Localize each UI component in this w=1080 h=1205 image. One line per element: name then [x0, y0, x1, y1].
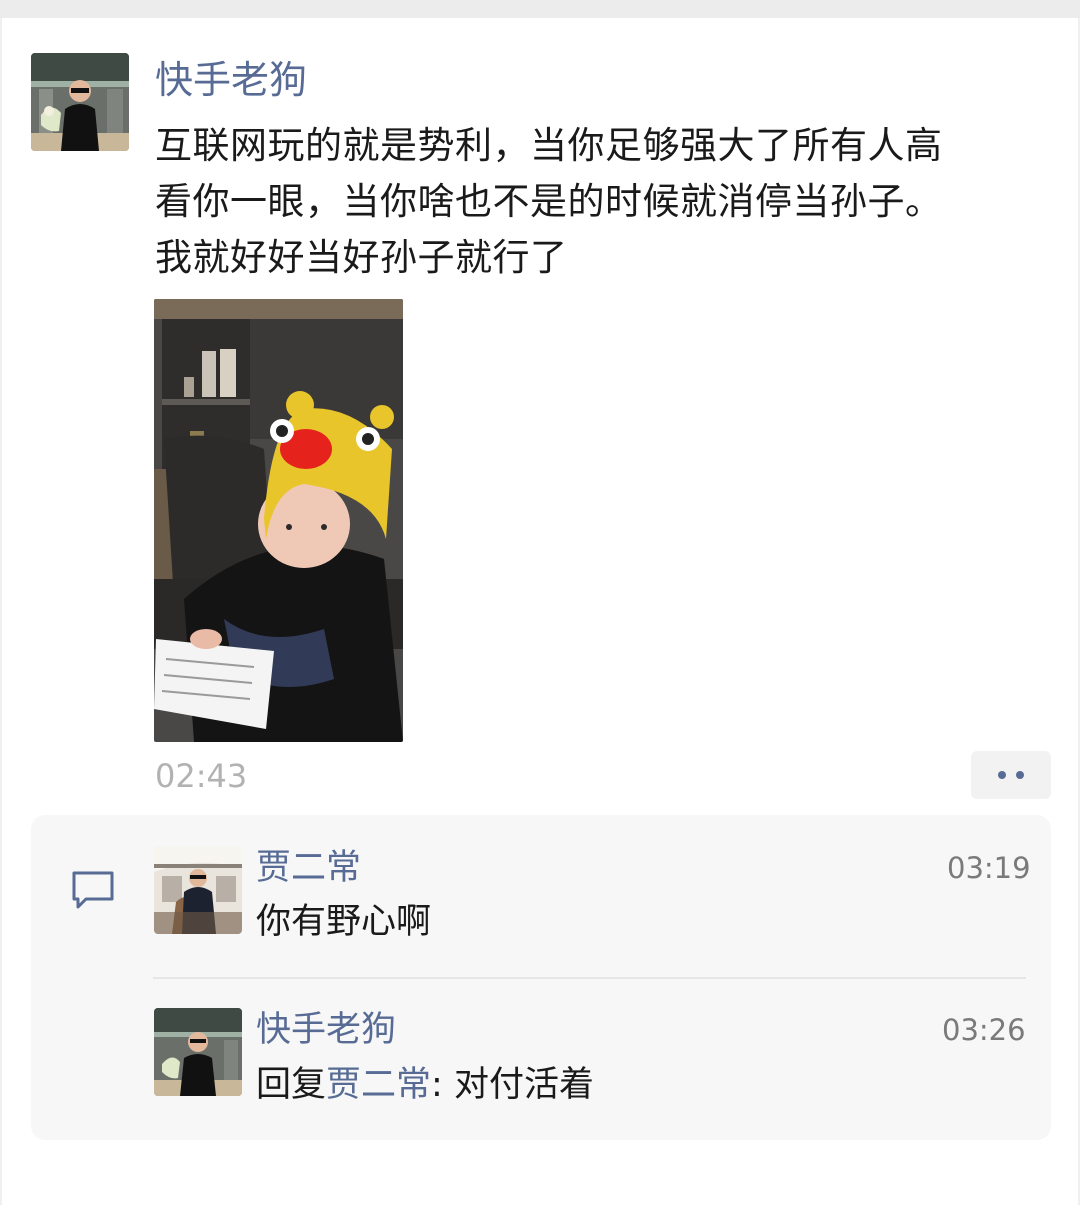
post-text: 互联网玩的就是势利，当你足够强大了所有人高 看你一眼，当你啥也不是的时候就消停当… — [155, 118, 1045, 286]
post-text-line: 看你一眼，当你啥也不是的时候就消停当孙子。 — [155, 180, 943, 223]
photo-image — [154, 299, 403, 742]
more-button[interactable] — [971, 751, 1051, 799]
reply-target-name[interactable]: 贾二常 — [326, 1065, 431, 1105]
post-text-line: 我就好好当好孙子就行了 — [155, 236, 568, 279]
more-dots-icon — [998, 771, 1006, 779]
post-author-name[interactable]: 快手老狗 — [155, 57, 307, 103]
comment-time: 03:26 — [942, 1013, 1026, 1047]
avatar-image — [31, 53, 129, 151]
more-dots-icon — [1016, 771, 1024, 779]
avatar-image — [154, 846, 242, 934]
reply-separator: : — [431, 1065, 454, 1105]
commenter-avatar[interactable] — [154, 846, 242, 934]
avatar-image — [154, 1008, 242, 1096]
top-strip — [0, 0, 1080, 18]
post-time: 02:43 — [155, 757, 248, 795]
comment-text[interactable]: 你有野心啊 — [256, 900, 431, 944]
post-text-line: 互联网玩的就是势利，当你足够强大了所有人高 — [155, 124, 943, 167]
post-photo[interactable] — [154, 299, 403, 742]
comment-divider — [153, 977, 1026, 979]
comment-author-name[interactable]: 快手老狗 — [256, 1008, 396, 1052]
comment-text[interactable]: 回复贾二常: 对付活着 — [256, 1063, 594, 1107]
comment-bubble-icon — [72, 871, 114, 909]
reply-prefix: 回复 — [256, 1065, 327, 1105]
left-edge — [0, 18, 2, 1205]
post-author-avatar[interactable] — [31, 53, 129, 151]
reply-text: 对付活着 — [453, 1065, 594, 1105]
comment-author-name[interactable]: 贾二常 — [256, 846, 361, 890]
comment-time: 03:19 — [947, 851, 1031, 885]
commenter-avatar[interactable] — [154, 1008, 242, 1096]
